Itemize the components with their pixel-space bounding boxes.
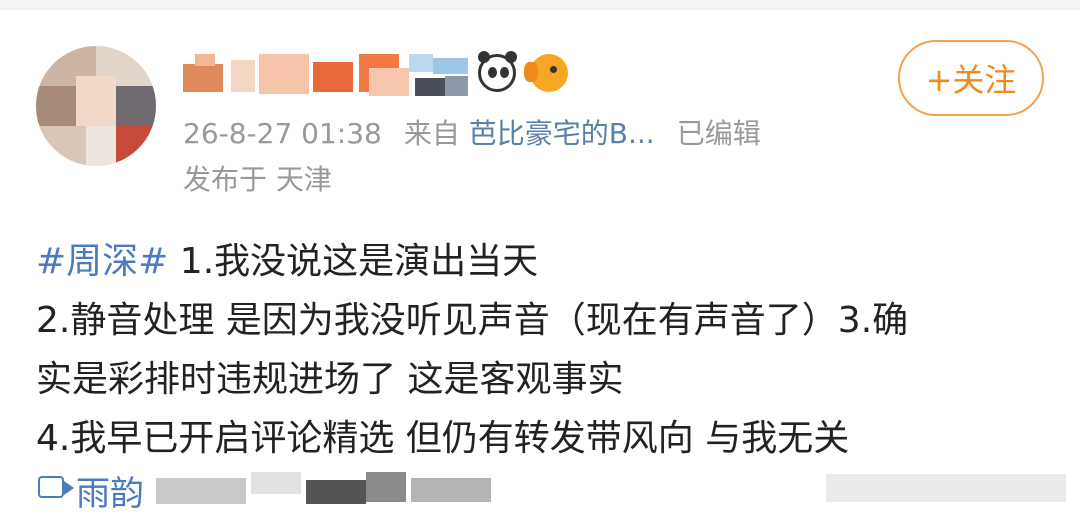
hashtag-link[interactable]: #周深# (36, 241, 168, 282)
post-timestamp: 26-8-27 01:38 (183, 117, 382, 150)
panda-icon (478, 51, 517, 92)
body-line-3: 实是彩排时违规进场了 这是客观事实 (36, 359, 624, 400)
follow-button[interactable]: +关注 (898, 40, 1044, 116)
video-link[interactable]: 雨韵 (36, 468, 1076, 508)
edited-label[interactable]: 已编辑 (677, 117, 761, 150)
source-prefix: 来自 (403, 117, 460, 150)
fish-icon (524, 54, 568, 92)
body-line-4: 4.我早已开启评论精选 但仍有转发带风向 与我无关 (36, 418, 850, 459)
avatar[interactable] (36, 46, 156, 166)
source-link[interactable]: 芭比豪宅的B... (469, 117, 655, 150)
post-body: #周深# 1.我没说这是演出当天 2.静音处理 是因为我没听见声音（现在有声音了… (36, 232, 1056, 468)
video-icon (38, 476, 74, 498)
post-meta: 26-8-27 01:38 来自 芭比豪宅的B... 已编辑 (183, 114, 761, 154)
video-label[interactable]: 雨韵 (76, 468, 144, 508)
body-line-1: #周深# 1.我没说这是演出当天 (36, 241, 539, 282)
post-location: 发布于 天津 (183, 163, 332, 196)
body-line-2: 2.静音处理 是因为我没听见声音（现在有声音了）3.确 (36, 300, 909, 341)
top-divider (0, 0, 1080, 10)
username[interactable] (183, 54, 468, 98)
